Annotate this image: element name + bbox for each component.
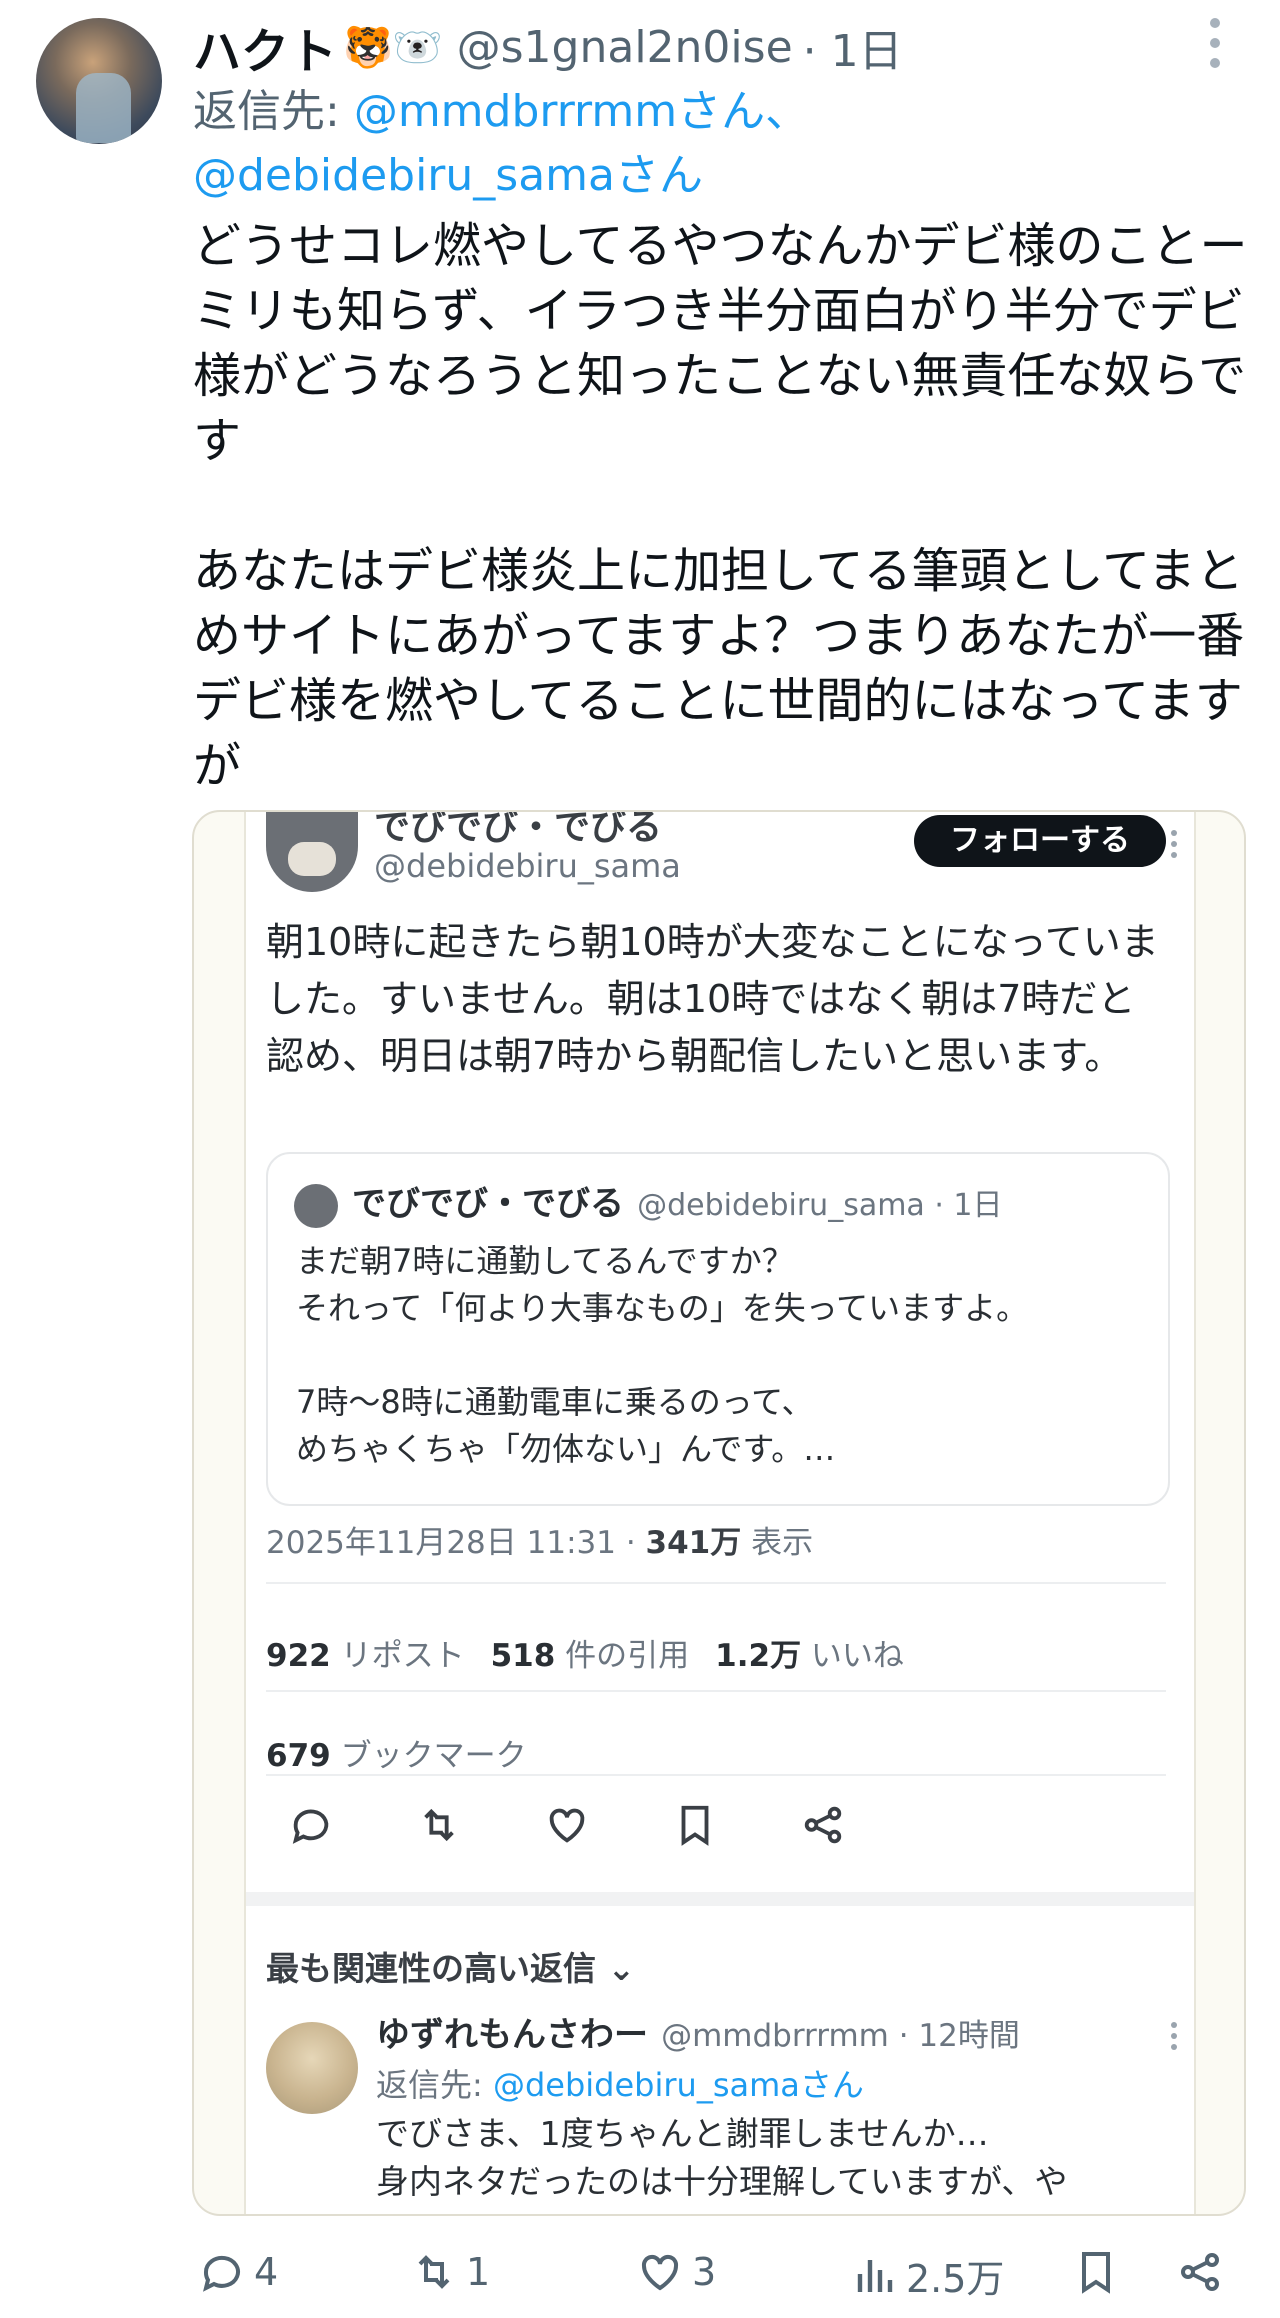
tweet-header: ハクト 🐯🐻‍❄️ @s1gnal2n0ise · 1日	[193, 12, 903, 82]
tweet-action-bar: 4 1 3 2.5万	[0, 2240, 1280, 2310]
reply-icon	[292, 1809, 329, 1844]
share-button[interactable]	[1176, 2248, 1232, 2296]
bookmark-icon	[1082, 2252, 1110, 2294]
tweet-body: どうせコレ燃やしてるやつなんかデビ様のことーミリも知らず、イラつき半分面白がり半…	[193, 218, 1248, 794]
author-handle[interactable]: @s1gnal2n0ise	[457, 22, 793, 73]
analytics-icon	[857, 2259, 893, 2292]
embedded-author-handle: @debidebiru_sama	[374, 847, 681, 885]
reply-to-label: 返信先:	[193, 86, 354, 137]
quoted-avatar	[294, 1184, 338, 1228]
like-button[interactable]: 3	[636, 2248, 716, 2296]
quoted-tweet: でびでび・でびる @debidebiru_sama · 1日 まだ朝7時に通勤し…	[266, 1152, 1170, 1506]
reply-icon	[203, 2255, 240, 2292]
share-icon	[1181, 2253, 1219, 2291]
engagement-stats: 922 リポスト 518 件の引用 1.2万 いいね	[266, 1638, 904, 1674]
embedded-more-icon	[1171, 830, 1177, 858]
embedded-timestamp: 2025年11月28日 11:31 · 341万 表示	[266, 1525, 814, 1561]
like-icon	[641, 2254, 679, 2291]
quoted-tweet-text: まだ朝7時に通勤してるんですか？ それって「何より大事なもの」を失っていますよ。…	[296, 1242, 1029, 1468]
repost-icon	[424, 1808, 454, 1842]
like-count: 3	[692, 2250, 717, 2294]
follow-button: フォローする	[914, 815, 1166, 867]
embedded-tweet-text: 朝10時に起きたら朝10時が大変なことになっていました。すいません。朝は10時で…	[266, 920, 1159, 1078]
chevron-down-icon: ⌄	[607, 1949, 636, 1988]
quoted-author-name: でびでび・でびる	[352, 1184, 624, 1224]
views-count: 2.5万	[906, 2257, 1005, 2301]
embedded-avatar	[266, 812, 358, 892]
embedded-author-name: でびでび・でびる	[374, 810, 663, 848]
reply-count: 4	[254, 2250, 279, 2294]
reply-author-name: ゆずれもんさわー	[376, 2015, 648, 2055]
reply-more-icon	[1171, 2022, 1177, 2050]
repost-button[interactable]: 1	[410, 2248, 490, 2296]
embedded-tweet: でびでび・でびる @debidebiru_sama フォローする 朝10時に起き…	[244, 812, 1196, 2214]
reply-button[interactable]: 4	[198, 2248, 278, 2296]
reply-text: でびさま、1度ちゃんと謝罪しませんか… 身内ネタだったのは十分理解していますが、…	[376, 2114, 1068, 2201]
embedded-action-bar	[266, 1792, 1166, 1862]
divider	[266, 1774, 1166, 1776]
reply-sort-label: 最も関連性の高い返信 ⌄	[266, 1949, 636, 1988]
repost-icon	[418, 2255, 450, 2289]
quoted-author-handle: @debidebiru_sama · 1日	[637, 1188, 1003, 1223]
tweet-time[interactable]: · 1日	[803, 15, 903, 79]
reply-avatar	[266, 2022, 358, 2114]
reply-to-line: 返信先: @mmdbrrrmmさん、 @debidebiru_samaさん	[193, 80, 1243, 208]
section-separator	[246, 1892, 1194, 1906]
share-icon	[804, 1806, 842, 1844]
divider	[266, 1690, 1166, 1692]
more-options-icon[interactable]	[1210, 18, 1222, 68]
author-avatar[interactable]	[36, 18, 162, 144]
author-emoji: 🐯🐻‍❄️	[343, 24, 443, 71]
attached-image[interactable]: でびでび・でびる @debidebiru_sama フォローする 朝10時に起き…	[192, 810, 1246, 2216]
reply-reply-to: 返信先: @debidebiru_samaさん	[376, 2066, 864, 2104]
views-count: 341万	[645, 1525, 742, 1561]
repost-count: 1	[466, 2250, 491, 2294]
divider	[266, 1582, 1166, 1584]
views-button[interactable]: 2.5万	[850, 2248, 1004, 2303]
reply-author-handle: @mmdbrrrmm · 12時間	[661, 2018, 1020, 2054]
bookmark-button[interactable]	[1072, 2248, 1128, 2296]
bookmark-icon	[681, 1805, 709, 1846]
bookmarks-stat: 679 ブックマーク	[266, 1738, 527, 1774]
like-icon	[549, 1808, 585, 1843]
author-name[interactable]: ハクト	[193, 12, 337, 82]
reply-to-mention-2[interactable]: @debidebiru_samaさん	[193, 150, 703, 201]
reply-to-mention-1[interactable]: @mmdbrrrmmさん、	[354, 86, 809, 137]
